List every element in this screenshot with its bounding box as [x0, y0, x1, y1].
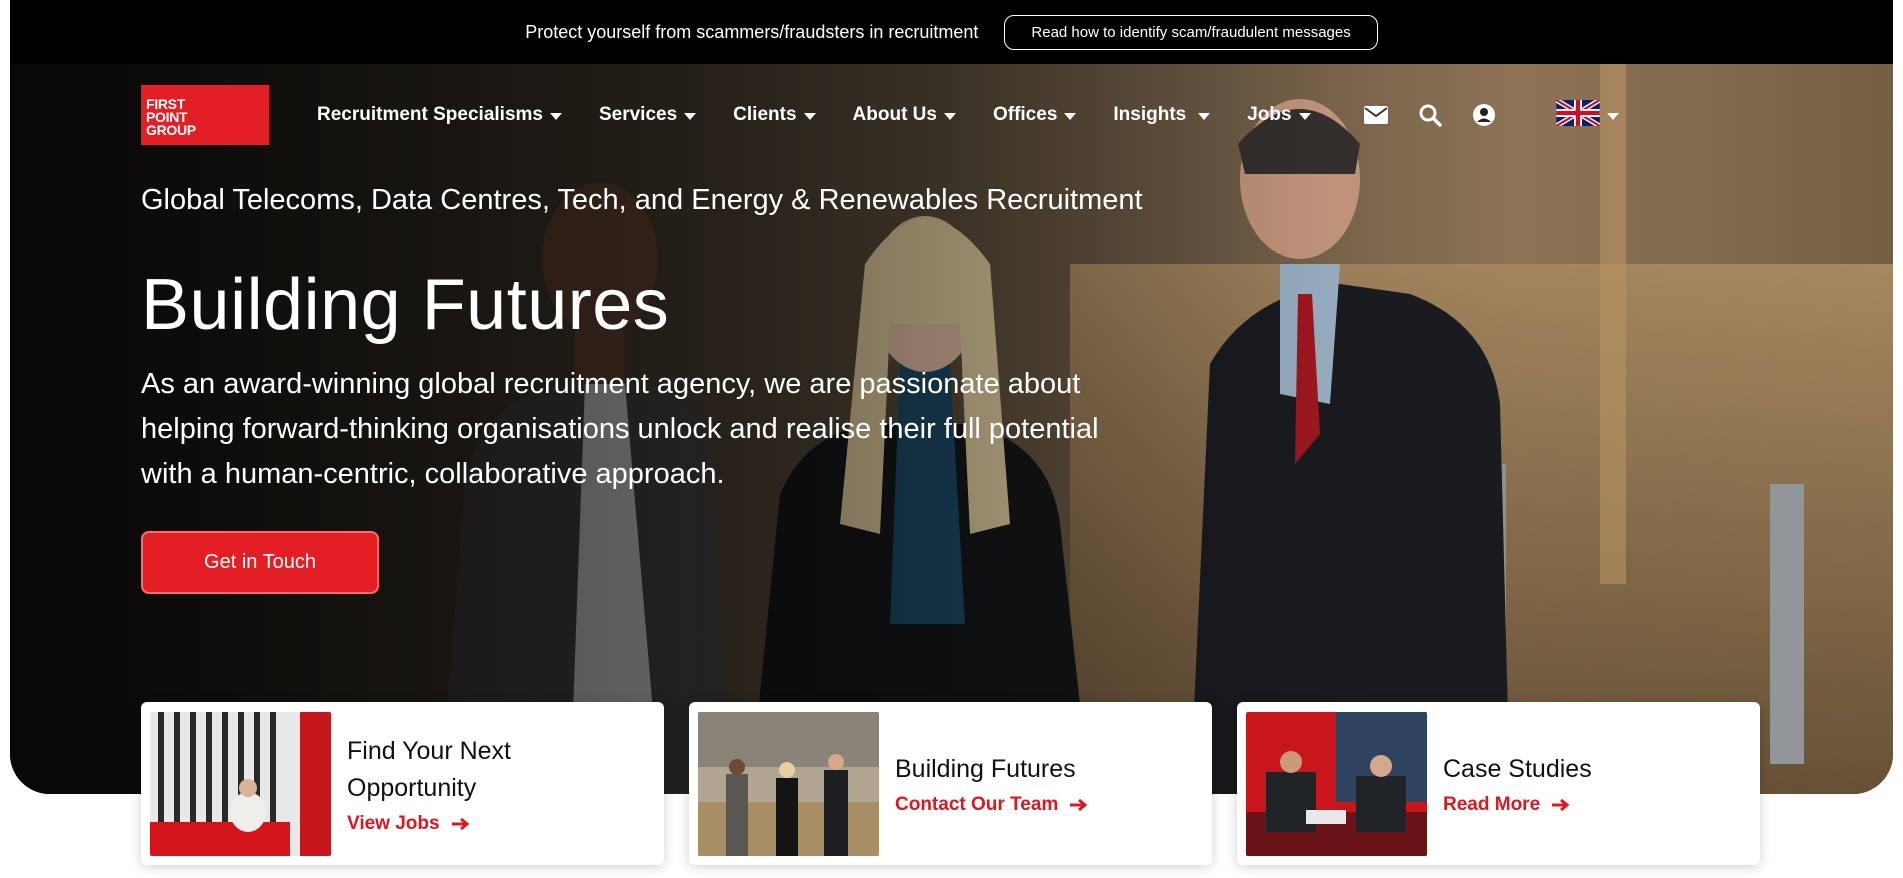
- envelope-icon[interactable]: [1364, 103, 1388, 127]
- nav-item-about-us[interactable]: About Us: [853, 104, 956, 126]
- nav-item-label: Services: [598, 104, 678, 125]
- card-case-studies[interactable]: Case Studies Read More: [1237, 702, 1760, 865]
- arrow-right-icon: [1552, 798, 1570, 812]
- nav-item-jobs[interactable]: Jobs: [1247, 104, 1311, 126]
- card-title: Case Studies: [1443, 755, 1592, 783]
- card-link-label: Read More: [1443, 794, 1541, 815]
- card-link-label: Contact Our Team: [895, 794, 1059, 815]
- caret-down-icon: [1298, 112, 1311, 120]
- card-link-label: View Jobs: [347, 812, 440, 834]
- hero-headline: Building Futures: [141, 265, 670, 345]
- logo-line-3: GROUP: [146, 122, 196, 138]
- card-thumbnail-jobs: [150, 711, 331, 856]
- caret-down-icon: [684, 112, 697, 120]
- card-thumbnail-case-studies: [1246, 711, 1427, 856]
- hero-section: FIRST POINT GROUP Recruitment Specialism…: [10, 64, 1893, 794]
- user-account-icon[interactable]: [1472, 103, 1496, 127]
- card-thumbnail-team: [698, 711, 879, 856]
- company-logo[interactable]: FIRST POINT GROUP: [141, 85, 269, 145]
- nav-menu: Recruitment Specialisms Services Clients…: [317, 104, 1348, 126]
- nav-item-recruitment-specialisms[interactable]: Recruitment Specialisms: [317, 104, 562, 126]
- feature-cards: Find Your Next Opportunity View Jobs Bui…: [141, 702, 1760, 865]
- arrow-right-icon: [451, 817, 470, 831]
- nav-item-label: Jobs: [1247, 104, 1292, 125]
- caret-down-icon: [1607, 112, 1619, 120]
- view-jobs-link[interactable]: View Jobs: [347, 813, 537, 835]
- arrow-right-icon: [1070, 798, 1088, 812]
- card-building-futures[interactable]: Building Futures Contact Our Team: [689, 702, 1212, 865]
- nav-item-clients[interactable]: Clients: [733, 104, 816, 126]
- nav-item-offices[interactable]: Offices: [992, 104, 1077, 126]
- caret-down-icon: [943, 112, 956, 120]
- card-find-opportunity[interactable]: Find Your Next Opportunity View Jobs: [141, 702, 664, 865]
- contact-team-link[interactable]: Contact Our Team: [895, 794, 1088, 816]
- nav-item-label: Insights: [1113, 104, 1187, 125]
- nav-utility-icons: [1364, 85, 1619, 145]
- get-in-touch-button[interactable]: Get in Touch: [141, 531, 379, 594]
- read-more-link[interactable]: Read More: [1443, 794, 1592, 816]
- caret-down-icon: [549, 112, 562, 120]
- nav-item-services[interactable]: Services: [598, 104, 697, 126]
- main-navigation: FIRST POINT GROUP Recruitment Specialism…: [141, 85, 1348, 145]
- nav-item-label: Offices: [992, 104, 1058, 125]
- scam-alert-text: Protect yourself from scammers/fraudster…: [525, 21, 979, 42]
- scam-alert-bar: Protect yourself from scammers/fraudster…: [10, 0, 1893, 64]
- nav-item-label: Recruitment Specialisms: [317, 104, 543, 125]
- search-icon[interactable]: [1418, 103, 1442, 127]
- hero-tagline: Global Telecoms, Data Centres, Tech, and…: [141, 184, 1143, 216]
- uk-flag-icon: [1555, 97, 1601, 131]
- nav-item-insights[interactable]: Insights: [1113, 104, 1211, 126]
- nav-item-label: Clients: [733, 104, 797, 125]
- scam-info-button[interactable]: Read how to identify scam/fraudulent mes…: [1004, 14, 1378, 50]
- language-selector[interactable]: [1555, 97, 1619, 131]
- nav-item-label: About Us: [852, 104, 937, 125]
- card-title: Find Your Next Opportunity: [347, 736, 511, 802]
- card-title: Building Futures: [895, 755, 1076, 783]
- caret-down-icon: [803, 112, 816, 120]
- caret-down-icon: [1064, 112, 1077, 120]
- hero-intro: As an award-winning global recruitment a…: [141, 368, 1099, 490]
- caret-down-icon: [1198, 112, 1211, 120]
